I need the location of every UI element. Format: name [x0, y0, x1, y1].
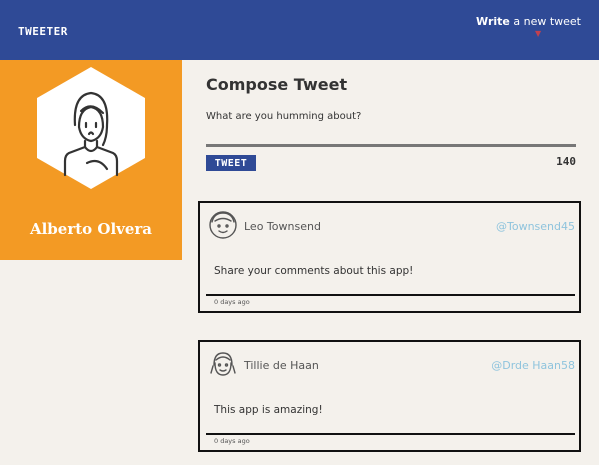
write-link-bold: Write [476, 15, 510, 28]
tweet-timestamp: 0 days ago [214, 437, 250, 445]
profile-avatar [37, 67, 145, 189]
character-counter: 140 [556, 155, 576, 168]
tweet-author-name: Tillie de Haan [244, 359, 319, 372]
profile-username: Alberto Olvera [29, 220, 153, 238]
user-avatar-icon [209, 211, 237, 239]
user-avatar-icon [210, 352, 236, 376]
tweet-author-handle[interactable]: @Townsend45 [496, 220, 575, 233]
tweet-button[interactable]: TWEET [206, 155, 256, 171]
tweet-timestamp: 0 days ago [214, 298, 250, 306]
tweet-card: Leo Townsend @Townsend45 Share your comm… [198, 201, 581, 313]
tweet-text: Share your comments about this app! [214, 265, 414, 277]
tweet-author-name: Leo Townsend [244, 220, 321, 233]
tweet-textarea[interactable] [206, 111, 576, 147]
tweet-author-handle[interactable]: @Drde Haan58 [491, 359, 575, 372]
top-navigation-bar: TWEETER Write a new tweet ▼ [0, 0, 599, 60]
write-new-tweet-link[interactable]: Write a new tweet [476, 15, 581, 28]
tweet-card: Tillie de Haan @Drde Haan58 This app is … [198, 340, 581, 452]
app-logo[interactable]: TWEETER [18, 25, 68, 38]
tweet-divider [206, 433, 575, 435]
tweet-divider [206, 294, 575, 296]
compose-title: Compose Tweet [206, 75, 348, 94]
tweet-text: This app is amazing! [214, 404, 323, 416]
write-link-rest: a new tweet [509, 15, 581, 28]
chevron-down-icon[interactable]: ▼ [535, 30, 541, 38]
profile-card: Alberto Olvera [0, 60, 182, 260]
